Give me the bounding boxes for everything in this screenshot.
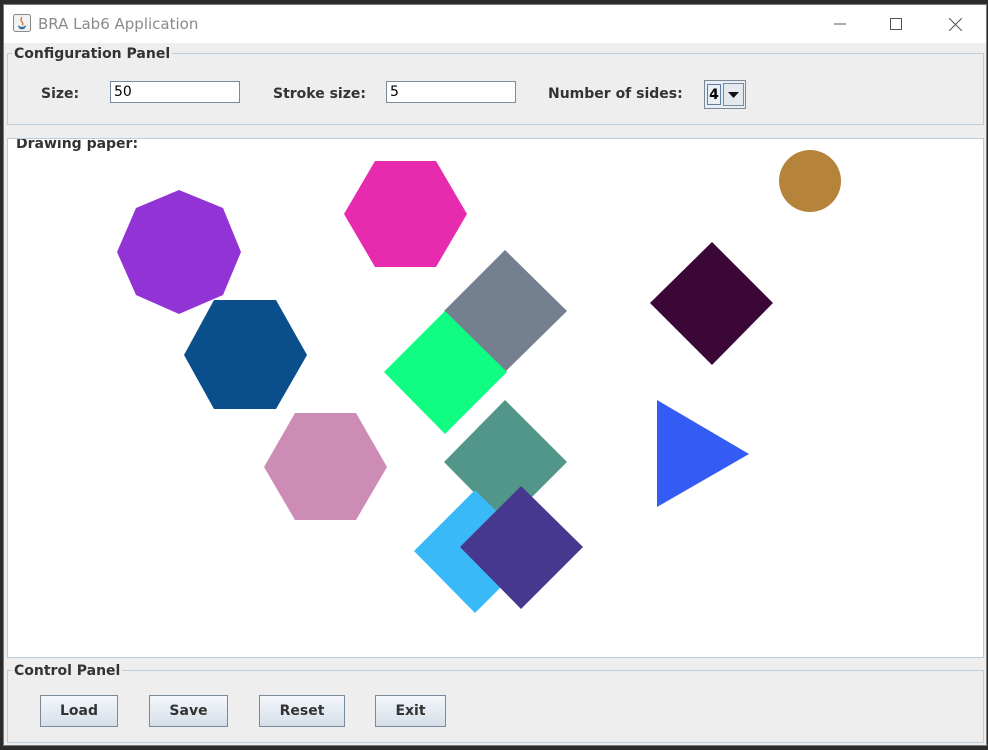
stroke-size-input[interactable] bbox=[386, 81, 516, 103]
shape-hexagon-mauve bbox=[264, 413, 387, 520]
close-button[interactable] bbox=[932, 5, 978, 43]
reset-button[interactable]: Reset bbox=[259, 695, 345, 727]
maximize-button[interactable] bbox=[873, 5, 919, 43]
drawing-paper-title: Drawing paper: bbox=[14, 138, 141, 152]
java-app-icon bbox=[13, 14, 31, 32]
chevron-down-icon bbox=[728, 91, 739, 98]
shape-circle-gold bbox=[779, 150, 841, 212]
dropdown-arrow-button[interactable] bbox=[723, 83, 744, 106]
shape-hexagon-navy bbox=[184, 300, 307, 409]
exit-button[interactable]: Exit bbox=[375, 695, 446, 727]
number-of-sides-value: 4 bbox=[707, 84, 721, 105]
window-title: BRA Lab6 Application bbox=[38, 15, 199, 33]
minimize-icon bbox=[834, 23, 846, 25]
size-label: Size: bbox=[41, 86, 80, 102]
load-button[interactable]: Load bbox=[40, 695, 118, 727]
configuration-panel-title: Configuration Panel bbox=[12, 46, 173, 62]
shape-triangle-blue bbox=[657, 400, 749, 507]
size-input[interactable] bbox=[110, 81, 240, 103]
minimize-button[interactable] bbox=[817, 5, 863, 43]
save-button[interactable]: Save bbox=[149, 695, 228, 727]
control-panel-title: Control Panel bbox=[12, 663, 123, 679]
title-bar[interactable]: BRA Lab6 Application bbox=[4, 5, 986, 43]
shape-hexagon-pink bbox=[344, 161, 467, 267]
app-window: BRA Lab6 Application Configuration Panel… bbox=[3, 4, 987, 746]
close-icon bbox=[948, 17, 962, 31]
maximize-icon bbox=[890, 18, 902, 30]
drawing-canvas[interactable] bbox=[8, 139, 984, 658]
shape-octagon-purple bbox=[117, 190, 241, 314]
number-of-sides-select[interactable]: 4 bbox=[704, 80, 746, 109]
drawing-paper[interactable]: Drawing paper: bbox=[7, 138, 984, 658]
stroke-size-label: Stroke size: bbox=[273, 86, 366, 102]
shape-square-dark-purple bbox=[650, 242, 773, 365]
number-of-sides-label: Number of sides: bbox=[548, 86, 683, 102]
